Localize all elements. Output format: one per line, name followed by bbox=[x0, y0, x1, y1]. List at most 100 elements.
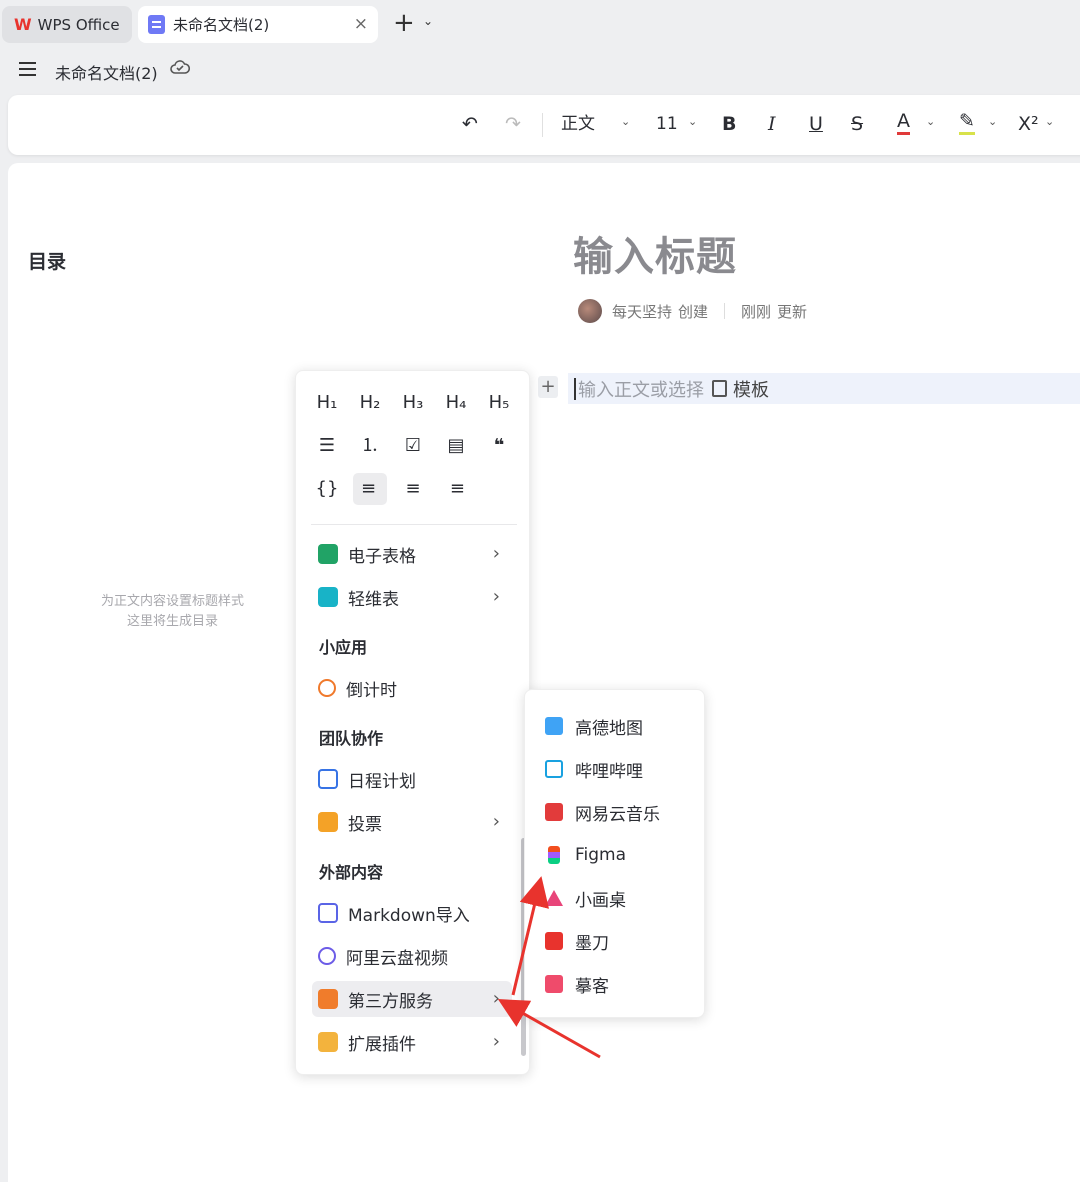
avatar[interactable] bbox=[578, 299, 602, 323]
submenu-item-label: 墨刀 bbox=[575, 933, 609, 954]
align-left-icon[interactable]: ≡ bbox=[353, 473, 387, 505]
font-color-button[interactable]: A bbox=[897, 111, 910, 135]
menu-item-countdown[interactable]: 倒计时 bbox=[312, 670, 512, 706]
tab-bar: W WPS Office 未命名文档(2) × + ⌄ bbox=[0, 0, 1080, 50]
menu-item-third-party[interactable]: 第三方服务 › bbox=[312, 981, 512, 1017]
template-icon[interactable] bbox=[712, 380, 727, 397]
updated-time: 刚刚 bbox=[741, 302, 772, 321]
undo-button[interactable]: ↶ bbox=[462, 111, 478, 137]
submenu-item-figma[interactable]: Figma bbox=[545, 840, 626, 870]
calendar-icon bbox=[318, 769, 338, 789]
xiaohuazhuo-icon bbox=[545, 890, 563, 906]
code-block-icon[interactable]: {} bbox=[310, 473, 344, 505]
numbered-list-icon[interactable]: ⒈ bbox=[353, 430, 387, 462]
submenu-item-xiaohuazhuo[interactable]: 小画桌 bbox=[545, 883, 626, 913]
light-table-icon bbox=[318, 587, 338, 607]
template-link[interactable]: 模板 bbox=[733, 376, 769, 402]
toc-hint-line: 为正文内容设置标题样式 bbox=[100, 594, 244, 609]
section-title-apps: 小应用 bbox=[319, 638, 368, 657]
document-heading[interactable]: 输入标题 bbox=[573, 224, 737, 282]
italic-button[interactable]: I bbox=[768, 111, 776, 137]
paragraph-style-select[interactable]: 正文 bbox=[561, 111, 595, 137]
text-caret bbox=[574, 377, 576, 400]
submenu-item-label: Figma bbox=[575, 845, 627, 865]
menu-item-schedule[interactable]: 日程计划 bbox=[312, 761, 512, 797]
cube-icon bbox=[318, 989, 338, 1009]
underline-button[interactable]: U bbox=[809, 111, 823, 137]
heading5-icon[interactable]: H₅ bbox=[482, 387, 516, 419]
insert-menu: H₁ H₂ H₃ H₄ H₅ ☰ ⒈ ☑ ▤ ❝ {} ≡ ≡ ≡ 电子表格 ›… bbox=[295, 370, 530, 1075]
submenu-item-bilibili[interactable]: 哔哩哔哩 bbox=[545, 754, 643, 784]
menu-item-extensions[interactable]: 扩展插件 › bbox=[312, 1024, 512, 1060]
menu-item-vote[interactable]: 投票 › bbox=[312, 804, 512, 840]
strikethrough-button[interactable]: S bbox=[851, 111, 863, 137]
markdown-icon bbox=[318, 903, 338, 923]
menu-item-label: 轻维表 bbox=[348, 589, 399, 610]
menu-item-aliyun-video[interactable]: 阿里云盘视频 bbox=[312, 938, 512, 974]
quote-icon[interactable]: ❝ bbox=[482, 430, 516, 462]
callout-icon[interactable]: ▤ bbox=[439, 430, 473, 462]
menu-item-spreadsheet[interactable]: 电子表格 › bbox=[312, 536, 512, 572]
heading2-icon[interactable]: H₂ bbox=[353, 387, 387, 419]
new-tab-button[interactable]: + bbox=[393, 10, 415, 36]
meta-divider bbox=[724, 303, 726, 319]
align-center-icon[interactable]: ≡ bbox=[396, 473, 430, 505]
heading3-icon[interactable]: H₃ bbox=[396, 387, 430, 419]
chevron-down-icon[interactable]: ⌄ bbox=[926, 115, 935, 128]
redo-button[interactable]: ↷ bbox=[505, 111, 521, 137]
menu-item-label: 电子表格 bbox=[348, 546, 416, 567]
menu-item-label: 阿里云盘视频 bbox=[346, 948, 448, 969]
tab-wps-office[interactable]: W WPS Office bbox=[2, 6, 132, 43]
menu-item-markdown-import[interactable]: Markdown导入 bbox=[312, 895, 512, 931]
tab-label: 未命名文档(2) bbox=[173, 16, 270, 34]
submenu-item-modao[interactable]: 墨刀 bbox=[545, 926, 609, 956]
menu-item-label: 日程计划 bbox=[348, 771, 416, 792]
highlight-button[interactable]: ✎ bbox=[959, 111, 975, 135]
tab-document[interactable]: 未命名文档(2) × bbox=[138, 6, 378, 43]
body-input[interactable]: 输入正文或选择 模板 bbox=[568, 373, 1080, 404]
submenu-item-mockplus[interactable]: 摹客 bbox=[545, 969, 609, 999]
tab-label: WPS Office bbox=[37, 15, 120, 34]
document-title[interactable]: 未命名文档(2) bbox=[55, 60, 158, 84]
toolbar-divider bbox=[542, 113, 543, 137]
superscript-button[interactable]: X² bbox=[1018, 111, 1039, 137]
chevron-down-icon[interactable]: ⌄ bbox=[988, 115, 997, 128]
document-header: 未命名文档(2) bbox=[0, 50, 1080, 92]
submenu-item-netease-music[interactable]: 网易云音乐 bbox=[545, 797, 660, 827]
font-size-select[interactable]: 11 bbox=[656, 111, 678, 137]
document-icon bbox=[148, 15, 165, 34]
cloud-sync-icon[interactable] bbox=[170, 59, 190, 77]
modao-icon bbox=[545, 932, 563, 950]
menu-icon[interactable] bbox=[19, 62, 36, 77]
chevron-down-icon[interactable]: ⌄ bbox=[688, 115, 697, 128]
checklist-icon[interactable]: ☑ bbox=[396, 430, 430, 462]
heading4-icon[interactable]: H₄ bbox=[439, 387, 473, 419]
bullet-list-icon[interactable]: ☰ bbox=[310, 430, 344, 462]
chevron-down-icon[interactable]: ⌄ bbox=[621, 115, 630, 128]
chevron-right-icon: › bbox=[492, 586, 500, 607]
section-title-external: 外部内容 bbox=[319, 863, 384, 882]
chevron-right-icon: › bbox=[492, 1031, 500, 1052]
amap-icon bbox=[545, 717, 563, 735]
created-label: 创建 bbox=[678, 302, 709, 321]
aliyun-drive-icon bbox=[318, 947, 336, 965]
submenu-item-label: 小画桌 bbox=[575, 890, 626, 911]
spreadsheet-icon bbox=[318, 544, 338, 564]
bold-button[interactable]: B bbox=[722, 111, 736, 137]
insert-block-button[interactable]: + bbox=[538, 376, 558, 398]
puzzle-icon bbox=[318, 1032, 338, 1052]
heading1-icon[interactable]: H₁ bbox=[310, 387, 344, 419]
toc-hint: 为正文内容设置标题样式 这里将生成目录 bbox=[80, 592, 265, 632]
chevron-down-icon[interactable]: ⌄ bbox=[423, 14, 433, 28]
menu-item-light-table[interactable]: 轻维表 › bbox=[312, 579, 512, 615]
menu-item-label: 第三方服务 bbox=[348, 991, 433, 1012]
chevron-down-icon[interactable]: ⌄ bbox=[1045, 115, 1054, 128]
align-right-icon[interactable]: ≡ bbox=[439, 473, 473, 505]
close-icon[interactable]: × bbox=[354, 14, 368, 34]
document-page bbox=[8, 163, 1080, 1182]
submenu-item-amap[interactable]: 高德地图 bbox=[545, 711, 643, 741]
updated-label: 更新 bbox=[777, 302, 808, 321]
third-party-submenu: 高德地图 哔哩哔哩 网易云音乐 Figma 小画桌 墨刀 摹客 bbox=[524, 689, 705, 1018]
menu-item-label: 扩展插件 bbox=[348, 1034, 416, 1055]
submenu-item-label: 摹客 bbox=[575, 976, 609, 997]
